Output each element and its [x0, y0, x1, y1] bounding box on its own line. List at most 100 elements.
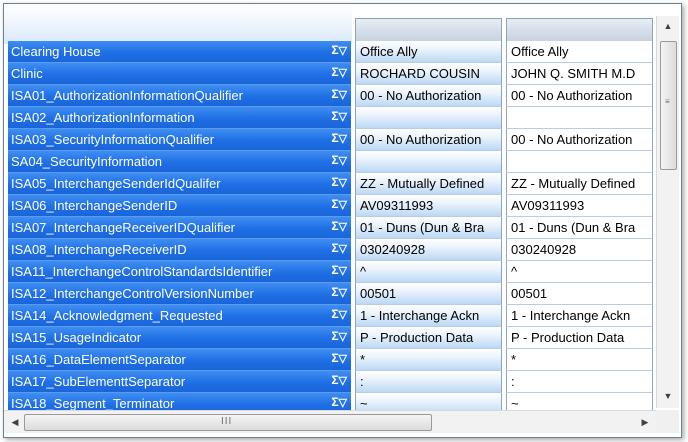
grid-cell[interactable]: 01 - Duns (Dun & Bra [355, 217, 502, 239]
row-label[interactable]: SA04_SecurityInformation Σ▽ [8, 151, 351, 173]
sum-icon[interactable]: Σ [331, 197, 338, 211]
grid-cell[interactable] [506, 151, 653, 173]
sum-icon[interactable]: Σ [331, 307, 338, 321]
grid-cell[interactable]: * [355, 349, 502, 371]
column-header-1[interactable] [355, 18, 502, 42]
row-tools: Σ▽ [331, 197, 347, 211]
sum-icon[interactable]: Σ [331, 65, 338, 79]
sum-icon[interactable]: Σ [331, 351, 338, 365]
grid-cell[interactable]: P - Production Data [506, 327, 653, 349]
row-label[interactable]: ISA06_InterchangeSenderID Σ▽ [8, 195, 351, 217]
scroll-up-icon[interactable]: ▲ [657, 18, 679, 35]
cell-value: JOHN Q. SMITH M.D [511, 66, 636, 81]
filter-icon[interactable]: ▽ [339, 221, 347, 233]
grid-cell[interactable]: ^ [355, 261, 502, 283]
filter-icon[interactable]: ▽ [339, 287, 347, 299]
grid-cell[interactable]: P - Production Data [355, 327, 502, 349]
sum-icon[interactable]: Σ [331, 87, 338, 101]
grid-cell[interactable]: JOHN Q. SMITH M.D [506, 63, 653, 85]
filter-icon[interactable]: ▽ [339, 397, 347, 409]
grid-cell[interactable]: : [355, 371, 502, 393]
row-label[interactable]: ISA14_Acknowledgment_Requested Σ▽ [8, 305, 351, 327]
grid-cell[interactable]: ^ [506, 261, 653, 283]
sum-icon[interactable]: Σ [331, 373, 338, 387]
filter-icon[interactable]: ▽ [339, 309, 347, 321]
filter-icon[interactable]: ▽ [339, 199, 347, 211]
filter-icon[interactable]: ▽ [339, 89, 347, 101]
sum-icon[interactable]: Σ [331, 285, 338, 299]
row-label[interactable]: ISA05_InterchangeSenderIdQualifer Σ▽ [8, 173, 351, 195]
grid-cell[interactable]: : [506, 371, 653, 393]
grid-cell[interactable]: 00 - No Authorization [506, 85, 653, 107]
grid-cell[interactable]: 030240928 [355, 239, 502, 261]
grid-cell[interactable]: 00 - No Authorization [506, 129, 653, 151]
grid-cell[interactable]: Office Ally [355, 41, 502, 63]
row-tools: Σ▽ [331, 131, 347, 145]
column-header-2[interactable] [506, 18, 653, 42]
row-label[interactable]: ISA15_UsageIndicator Σ▽ [8, 327, 351, 349]
vertical-scrollbar[interactable]: ▲ ≡ ▼ [656, 16, 679, 408]
grid-cell[interactable]: * [506, 349, 653, 371]
grid-cell[interactable]: Office Ally [506, 41, 653, 63]
filter-icon[interactable]: ▽ [339, 331, 347, 343]
row-label[interactable]: ISA11_InterchangeControlStandardsIdentif… [8, 261, 351, 283]
sum-icon[interactable]: Σ [331, 131, 338, 145]
cell-value: ~ [511, 396, 519, 411]
filter-icon[interactable]: ▽ [339, 265, 347, 277]
grid-cell[interactable]: 00501 [506, 283, 653, 305]
cell-value: 01 - Duns (Dun & Bra [511, 220, 636, 235]
filter-icon[interactable]: ▽ [339, 177, 347, 189]
filter-icon[interactable]: ▽ [339, 133, 347, 145]
cell-value: * [511, 352, 517, 367]
grid-cell[interactable]: ZZ - Mutually Defined [506, 173, 653, 195]
cell-value: ~ [360, 396, 368, 411]
sum-icon[interactable]: Σ [331, 175, 338, 189]
row-label[interactable]: ISA07_InterchangeReceiverIDQualifier Σ▽ [8, 217, 351, 239]
row-label[interactable]: ISA17_SubElementtSeparator Σ▽ [8, 371, 351, 393]
filter-icon[interactable]: ▽ [339, 67, 347, 79]
horizontal-scroll-thumb[interactable]: III [24, 414, 432, 431]
sum-icon[interactable]: Σ [331, 153, 338, 167]
grid-cell[interactable]: 030240928 [506, 239, 653, 261]
grid-cell[interactable]: 1 - Interchange Ackn [355, 305, 502, 327]
sum-icon[interactable]: Σ [331, 395, 338, 409]
grid-cell[interactable]: 1 - Interchange Ackn [506, 305, 653, 327]
grid-cell[interactable]: AV09311993 [506, 195, 653, 217]
row-label[interactable]: ISA03_SecurityInformationQualifier Σ▽ [8, 129, 351, 151]
sum-icon[interactable]: Σ [331, 219, 338, 233]
sum-icon[interactable]: Σ [331, 43, 338, 57]
row-label-text: ISA01_AuthorizationInformationQualifier [11, 88, 243, 103]
sum-icon[interactable]: Σ [331, 263, 338, 277]
filter-icon[interactable]: ▽ [339, 111, 347, 123]
grid-cell[interactable]: ROCHARD COUSIN [355, 63, 502, 85]
grid-cell[interactable]: 00501 [355, 283, 502, 305]
row-label[interactable]: Clinic Σ▽ [8, 63, 351, 85]
filter-icon[interactable]: ▽ [339, 375, 347, 387]
scroll-down-icon[interactable]: ▼ [657, 388, 679, 405]
grid-cell[interactable]: ZZ - Mutually Defined [355, 173, 502, 195]
row-label[interactable]: ISA08_InterchangeReceiverID Σ▽ [8, 239, 351, 261]
grid-cell[interactable] [355, 107, 502, 129]
filter-icon[interactable]: ▽ [339, 45, 347, 57]
filter-icon[interactable]: ▽ [339, 353, 347, 365]
row-label[interactable]: ISA12_InterchangeControlVersionNumber Σ▽ [8, 283, 351, 305]
grid-cell[interactable]: 00 - No Authorization [355, 129, 502, 151]
scroll-right-icon[interactable]: ▶ [636, 411, 654, 433]
scroll-left-icon[interactable]: ◀ [6, 411, 24, 433]
filter-icon[interactable]: ▽ [339, 243, 347, 255]
sum-icon[interactable]: Σ [331, 109, 338, 123]
filter-icon[interactable]: ▽ [339, 155, 347, 167]
row-label[interactable]: ISA02_AuthorizationInformation Σ▽ [8, 107, 351, 129]
horizontal-scrollbar[interactable]: ◀ III ▶ [4, 410, 656, 433]
row-label[interactable]: ISA16_DataElementSeparator Σ▽ [8, 349, 351, 371]
grid-cell[interactable]: 01 - Duns (Dun & Bra [506, 217, 653, 239]
row-label[interactable]: ISA01_AuthorizationInformationQualifier Σ… [8, 85, 351, 107]
grid-cell[interactable] [355, 151, 502, 173]
row-label[interactable]: Clearing House Σ▽ [8, 41, 351, 63]
sum-icon[interactable]: Σ [331, 329, 338, 343]
grid-cell[interactable]: 00 - No Authorization [355, 85, 502, 107]
vertical-scroll-thumb[interactable]: ≡ [660, 41, 677, 170]
grid-cell[interactable] [506, 107, 653, 129]
sum-icon[interactable]: Σ [331, 241, 338, 255]
grid-cell[interactable]: AV09311993 [355, 195, 502, 217]
